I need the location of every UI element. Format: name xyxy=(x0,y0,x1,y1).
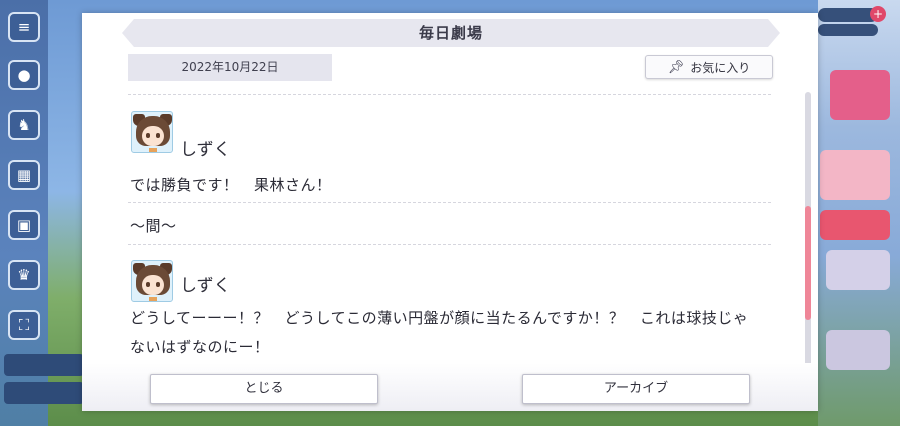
event-banner-3 xyxy=(820,210,890,240)
avatar-bow xyxy=(149,297,157,301)
menu-icon: ≡ xyxy=(8,12,40,42)
trophy-icon: ♛ xyxy=(8,260,40,290)
rail-label-item xyxy=(4,382,84,404)
avatar-eye-right xyxy=(156,282,160,287)
event-banner xyxy=(830,70,890,120)
currency-bar xyxy=(818,8,878,22)
close-button[interactable]: とじる xyxy=(150,374,378,404)
gift-icon: ▦ xyxy=(8,160,40,190)
fullscreen-icon: ⛶ xyxy=(8,310,40,340)
dialogue-line: では勝負です！ 果林さん！ xyxy=(130,176,332,194)
favorite-label: お気に入り xyxy=(690,60,751,75)
chat-icon: ● xyxy=(8,60,40,90)
event-banner-4 xyxy=(826,250,890,290)
shizuku-avatar xyxy=(131,260,173,302)
archive-button[interactable]: アーカイブ xyxy=(522,374,750,404)
right-decoration: + xyxy=(818,0,900,426)
screen-icon: ▣ xyxy=(8,210,40,240)
speaker-name: しずく xyxy=(180,140,231,160)
daily-theater-dialog: 毎日劇場 2022年10月22日 📌︎ お気に入り しずく では勝負です！ 果林… xyxy=(82,13,818,411)
speaker-name: しずく xyxy=(180,276,231,296)
dialogue-line-continued: ないはずなのにー！ xyxy=(130,338,270,356)
favorite-button[interactable]: 📌︎ お気に入り xyxy=(645,55,773,79)
avatar-bow xyxy=(149,148,157,152)
dialogue-line: どうしてーーー！？ どうしてこの薄い円盤が顔に当たるんですか！？ これは球技じゃ xyxy=(130,309,749,327)
avatar-eye-right xyxy=(156,133,160,138)
scrollbar-thumb[interactable] xyxy=(805,206,811,320)
divider xyxy=(128,244,771,245)
dialog-content[interactable]: しずく では勝負です！ 果林さん！ 〜間〜 しずく どうしてーーー！？ どうして… xyxy=(128,94,771,356)
rail-label-access xyxy=(4,354,84,376)
dialog-title-bar: 毎日劇場 xyxy=(122,19,780,47)
divider xyxy=(128,94,771,95)
shizuku-avatar xyxy=(131,111,173,153)
add-currency-icon: + xyxy=(870,6,886,22)
avatar-eye-left xyxy=(146,282,150,287)
event-banner-5 xyxy=(826,330,890,370)
currency-bar-2 xyxy=(818,24,878,36)
scrollbar[interactable] xyxy=(805,92,811,366)
divider xyxy=(128,202,771,203)
pin-icon: 📌︎ xyxy=(667,59,685,75)
avatar-eye-left xyxy=(146,133,150,138)
narration-line: 〜間〜 xyxy=(130,217,177,235)
date-label: 2022年10月22日 xyxy=(128,54,332,81)
dialog-title: 毎日劇場 xyxy=(418,24,483,42)
event-banner-2 xyxy=(820,150,890,200)
shirt-icon: ♞ xyxy=(8,110,40,140)
